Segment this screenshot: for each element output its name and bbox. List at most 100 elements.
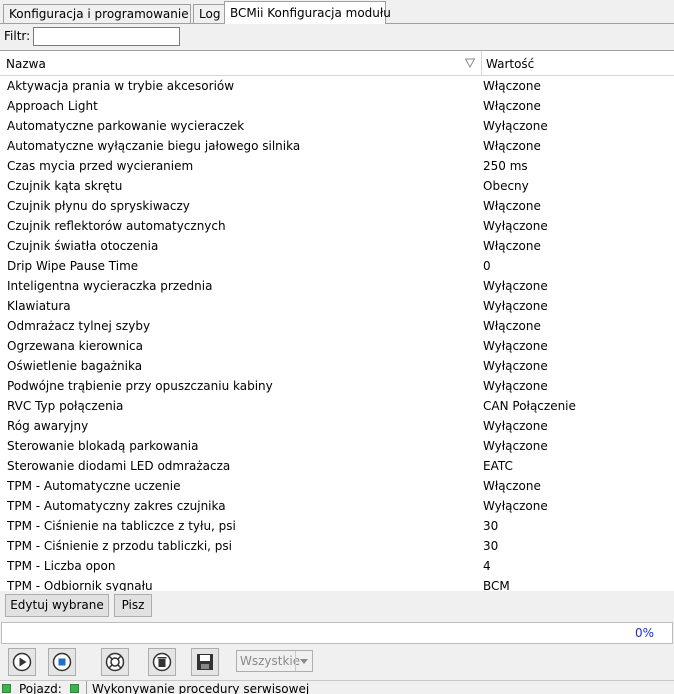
row-value: Włączone: [483, 479, 541, 493]
column-header-value[interactable]: Wartość: [482, 51, 674, 75]
row-name: TPM - Ciśnienie na tabliczce z tyłu, psi: [7, 519, 236, 533]
table-row[interactable]: TPM - Liczba opon 4: [0, 556, 674, 576]
write-button[interactable]: Pisz: [114, 594, 152, 617]
vehicle-status-icon: [70, 684, 79, 693]
save-button[interactable]: [191, 648, 219, 676]
row-value: EATC: [483, 459, 513, 473]
row-value: Włączone: [483, 319, 541, 333]
table-row[interactable]: Inteligentna wycieraczka przednia Wyłączo…: [0, 276, 674, 296]
toolbar: Wszystkie: [0, 645, 674, 679]
column-header-name[interactable]: Nazwa: [0, 51, 482, 75]
play-button[interactable]: [8, 648, 36, 676]
vehicle-label: Pojazd:: [19, 682, 62, 694]
filter-label: Filtr:: [4, 29, 31, 43]
row-value: Włączone: [483, 199, 541, 213]
table-body: Aktywacja prania w trybie akcesoriów Włąc…: [0, 76, 674, 591]
table-row[interactable]: Automatyczne wyłączanie biegu jałowego s…: [0, 136, 674, 156]
row-value: BCM: [483, 579, 510, 591]
table-row[interactable]: Czujnik kąta skrętu Obecny: [0, 176, 674, 196]
table-row[interactable]: TPM - Ciśnienie na tabliczce z tyłu, psi…: [0, 516, 674, 536]
table-row[interactable]: Czujnik płynu do spryskiwaczy Włączone: [0, 196, 674, 216]
row-name: Aktywacja prania w trybie akcesoriów: [7, 79, 235, 93]
status-bar: Pojazd: Wykonywanie procedury serwisowej: [0, 680, 674, 694]
row-name: Odmrażacz tylnej szyby: [7, 319, 151, 333]
table-row[interactable]: TPM - Automatyczny zakres czujnika Wyłącz…: [0, 496, 674, 516]
row-value: CAN Połączenie: [483, 399, 576, 413]
table-row[interactable]: Odmrażacz tylnej szyby Włączone: [0, 316, 674, 336]
table-row[interactable]: Automatyczne parkowanie wycieraczek Wyłąc…: [0, 116, 674, 136]
tab-bcmii-module-config[interactable]: BCMii Konfiguracja modułu: [224, 1, 391, 24]
row-value: Wyłączone: [483, 279, 548, 293]
help-icon: [105, 652, 125, 672]
table-row[interactable]: TPM - Automatyczne uczenie Włączone: [0, 476, 674, 496]
row-value: Wyłączone: [483, 339, 548, 353]
row-name: Klawiatura: [7, 299, 71, 313]
table-row[interactable]: Ogrzewana kierownica Wyłączone: [0, 336, 674, 356]
configuration-table: Nazwa Wartość Aktywacja prania w trybie …: [0, 50, 674, 591]
table-row[interactable]: Drip Wipe Pause Time 0: [0, 256, 674, 276]
table-row[interactable]: TPM - Odbiornik sygnału BCM: [0, 576, 674, 591]
row-name: RVC Typ połączenia: [7, 399, 124, 413]
row-name: Podwójne trąbienie przy opuszczaniu kabi…: [7, 379, 273, 393]
tab-bar: Konfiguracja i programowanie Log BCMii K…: [0, 0, 674, 24]
row-value: Wyłączone: [483, 499, 548, 513]
table-row[interactable]: Podwójne trąbienie przy opuszczaniu kabi…: [0, 376, 674, 396]
row-name: Róg awaryjny: [7, 419, 89, 433]
table-row[interactable]: Czas mycia przed wycieraniem 250 ms: [0, 156, 674, 176]
row-value: Włączone: [483, 239, 541, 253]
row-value: Obecny: [483, 179, 529, 193]
row-name: Czujnik płynu do spryskiwaczy: [7, 199, 190, 213]
filter-bar: Filtr:: [0, 24, 674, 49]
row-name: Automatyczne parkowanie wycieraczek: [7, 119, 245, 133]
row-value: Wyłączone: [483, 379, 548, 393]
table-row[interactable]: Klawiatura Wyłączone: [0, 296, 674, 316]
row-value: Włączone: [483, 139, 541, 153]
row-name: Approach Light: [7, 99, 98, 113]
table-row[interactable]: Oświetlenie bagażnika Wyłączone: [0, 356, 674, 376]
delete-button[interactable]: [148, 648, 176, 676]
row-value: 4: [483, 559, 491, 573]
table-header: Nazwa Wartość: [0, 51, 674, 76]
edit-selected-button[interactable]: Edytuj wybrane: [5, 594, 109, 617]
row-value: 30: [483, 519, 499, 533]
table-row[interactable]: Róg awaryjny Wyłączone: [0, 416, 674, 436]
tab-log[interactable]: Log: [193, 4, 225, 23]
table-row[interactable]: Approach Light Włączone: [0, 96, 674, 116]
table-row[interactable]: Czujnik reflektorów automatycznych Wyłącz…: [0, 216, 674, 236]
progress-text: 0%: [634, 626, 654, 640]
stop-icon: [52, 652, 72, 672]
row-name: Automatyczne wyłączanie biegu jałowego s…: [7, 139, 301, 153]
row-name: Inteligentna wycieraczka przednia: [7, 279, 213, 293]
filter-input[interactable]: [33, 27, 180, 46]
row-name: Oświetlenie bagażnika: [7, 359, 143, 373]
table-row[interactable]: Aktywacja prania w trybie akcesoriów Włąc…: [0, 76, 674, 96]
row-value: Wyłączone: [483, 299, 548, 313]
row-value: Włączone: [483, 79, 541, 93]
help-button[interactable]: [101, 648, 129, 676]
sort-icon[interactable]: [465, 58, 475, 68]
row-value: Wyłączone: [483, 119, 548, 133]
row-name: Czujnik światła otoczenia: [7, 239, 159, 253]
table-row[interactable]: RVC Typ połączenia CAN Połączenie: [0, 396, 674, 416]
stop-button[interactable]: [48, 648, 76, 676]
row-name: Ogrzewana kierownica: [7, 339, 144, 353]
status-indicator-icon: [2, 684, 11, 693]
chevron-down-icon: [295, 651, 312, 671]
row-name: TPM - Liczba opon: [7, 559, 116, 573]
table-row[interactable]: TPM - Ciśnienie z przodu tabliczki, psi 3…: [0, 536, 674, 556]
row-name: Sterowanie diodami LED odmrażacza: [7, 459, 231, 473]
table-row[interactable]: Czujnik światła otoczenia Włączone: [0, 236, 674, 256]
save-icon: [197, 654, 213, 670]
row-value: Wyłączone: [483, 419, 548, 433]
filter-select[interactable]: Wszystkie: [236, 650, 313, 672]
row-value: Wyłączone: [483, 439, 548, 453]
status-message: Wykonywanie procedury serwisowej: [92, 682, 310, 694]
table-row[interactable]: Sterowanie blokadą parkowania Wyłączone: [0, 436, 674, 456]
table-row[interactable]: Sterowanie diodami LED odmrażacza EATC: [0, 456, 674, 476]
tab-configuration-programming[interactable]: Konfiguracja i programowanie: [3, 4, 191, 23]
row-name: Czujnik kąta skrętu: [7, 179, 123, 193]
row-value: 250 ms: [483, 159, 528, 173]
row-name: TPM - Automatyczne uczenie: [7, 479, 181, 493]
row-name: Drip Wipe Pause Time: [7, 259, 139, 273]
action-bar: Edytuj wybrane Pisz: [0, 591, 674, 621]
